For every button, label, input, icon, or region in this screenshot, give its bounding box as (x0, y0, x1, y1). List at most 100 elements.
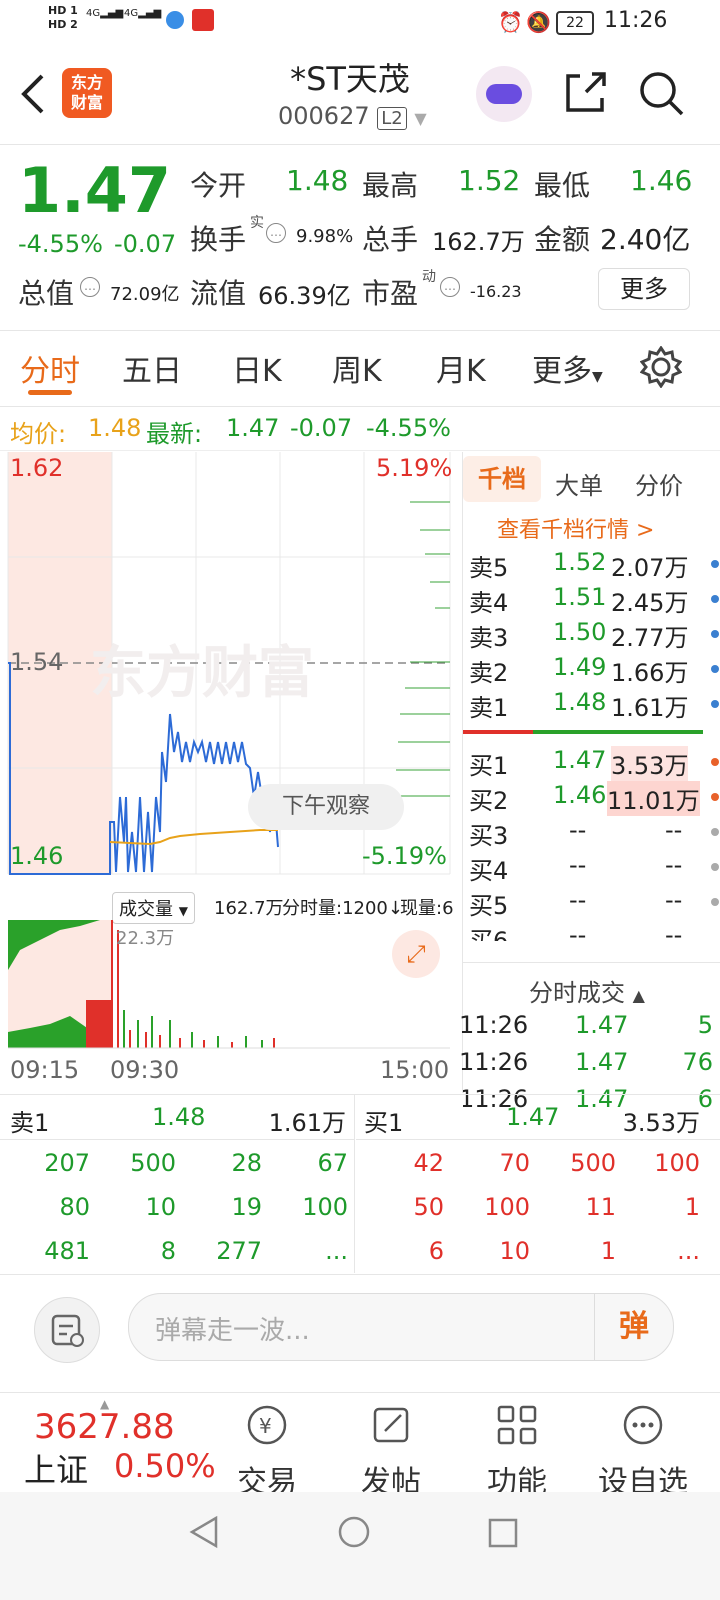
sell-queue-cell: ... (325, 1237, 348, 1265)
market-cap-label: 总值 (18, 277, 75, 310)
signal2-label: 4G (124, 8, 139, 19)
bid-row-1: 买1 1.47 3.53万 (469, 746, 719, 781)
volume-header: 成交量 ▼ 162.7万 分时量:1200↓ 现量:6 (112, 892, 462, 924)
time-and-sales-header[interactable]: 分时成交 ▲ (529, 973, 645, 1008)
tab-five-day[interactable]: 五日 (122, 346, 182, 390)
bid-price: -- (569, 816, 587, 844)
settings-gear-icon[interactable] (640, 346, 682, 388)
change-value: -0.07 (114, 230, 177, 258)
bid-price: -- (569, 886, 587, 914)
intraday-chart[interactable]: 东方财富 1.62 1.54 1.46 5.19% -5.19% 下午观察 (0, 452, 462, 892)
ask-dot (711, 630, 719, 638)
signal-icon-1: 4G▂▄▆ (86, 8, 124, 19)
ask-row-1: 卖1 1.48 1.61万 (469, 688, 719, 722)
nav-post[interactable]: 发帖 (326, 1393, 456, 1501)
ask-price: 1.52 (553, 548, 607, 576)
trade-time: 11:26 (459, 1011, 529, 1039)
robot-assistant-icon[interactable] (476, 66, 532, 122)
system-home-icon[interactable] (334, 1512, 374, 1552)
back-icon[interactable] (18, 72, 48, 116)
auction-buy-bar (86, 1000, 112, 1048)
expand-icon[interactable]: ⤢ (392, 930, 440, 978)
index-ticker[interactable]: ▲ 3627.88 上证 0.50% (20, 1393, 220, 1493)
app-logo: 东方 财富 (62, 68, 112, 118)
battery-level: 22 (566, 15, 584, 31)
trade-price: 1.47 (575, 1048, 629, 1076)
market-cap-info-icon[interactable]: … (80, 276, 100, 297)
nav-trade[interactable]: ¥ 交易 (202, 1393, 332, 1501)
system-recents-icon[interactable] (482, 1512, 522, 1552)
volume-bars (123, 1010, 275, 1048)
afternoon-watch-badge[interactable]: 下午观察 (248, 784, 404, 830)
bid-row-3: 买3 -- -- (469, 816, 719, 850)
volume-value: 162.7万 (432, 228, 525, 256)
volume-total: 162.7万 (214, 898, 284, 919)
sell-queue-cell: 8 (160, 1237, 176, 1265)
nav-functions[interactable]: 功能 (452, 1393, 582, 1501)
sell-queue-header: 卖1 1.48 1.61万 (0, 1095, 354, 1140)
ask-label: 卖2 (469, 659, 509, 687)
pe-value: -16.23 (470, 282, 522, 301)
trade-time: 11:26 (459, 1048, 529, 1076)
nav-add-watchlist[interactable]: 设自选 (578, 1393, 708, 1501)
ask-price: 1.49 (553, 653, 607, 681)
low-label: 最低 (534, 169, 591, 202)
volume-area: 成交量 ▼ 162.7万 分时量:1200↓ 现量:6 22.3万 ⤢ 09:1… (0, 892, 462, 1092)
current-price: 1.47 (18, 154, 171, 227)
tab-daily-k[interactable]: 日K (232, 346, 282, 390)
buy-queue-volume: 3.53万 (622, 1109, 700, 1137)
latest-change-pct: -4.55% (366, 414, 451, 442)
search-icon[interactable] (638, 70, 686, 118)
tab-more-label: 更多 (532, 354, 592, 389)
comment-input[interactable]: 弹幕走一波... 弹 (128, 1293, 674, 1361)
bid-label: 买4 (469, 857, 509, 885)
level-badge: L2 (377, 107, 407, 130)
tab-weekly-k[interactable]: 周K (332, 346, 382, 390)
bottom-nav: ▲ 3627.88 上证 0.50% ¥ 交易 发帖 功能 设自选 (0, 1392, 720, 1500)
stock-code-row[interactable]: 000627 L2 ▼ (278, 102, 427, 130)
more-button[interactable]: 更多 (598, 268, 690, 310)
sell-queue-cell: 28 (231, 1149, 262, 1177)
bid-dot (711, 758, 719, 766)
tab-more[interactable]: 更多▼ (532, 346, 603, 390)
float-cap-value: 66.39亿 (258, 282, 351, 310)
status-bar: HD 1 HD 2 4G▂▄▆ 4G▂▄▆ ⏰ 🔕 22 11:26 (0, 0, 720, 46)
share-icon[interactable] (562, 70, 608, 116)
open-value: 1.48 (286, 164, 349, 197)
ask-dot (711, 560, 719, 568)
latest-label: 最新: (146, 420, 203, 448)
logo-line1: 东方 (70, 73, 103, 92)
queue-divider (354, 1095, 355, 1273)
buy-queue-cell: 100 (654, 1149, 700, 1177)
tab-intraday[interactable]: 分时 (20, 346, 80, 390)
float-cap-label: 流值 (190, 277, 247, 310)
ask-volume: 2.45万 (611, 589, 689, 617)
buy-queue-cell: 500 (570, 1149, 616, 1177)
y-axis-top: 1.62 (10, 454, 64, 482)
volume-chart-svg (8, 920, 450, 1049)
bid-price: 1.46 (553, 781, 607, 809)
system-back-icon[interactable] (184, 1512, 224, 1552)
tab-active-indicator (28, 390, 72, 395)
tab-monthly-k[interactable]: 月K (436, 346, 486, 390)
price-summary-line: 均价: 1.48 最新: 1.47 -0.07 -4.55% (0, 408, 720, 451)
buy-queue-grid: 42 70 500 100 50 100 11 1 6 10 1 ... (356, 1149, 720, 1275)
change-percent: -4.55% (18, 230, 103, 258)
y-axis-bottom: 1.46 (10, 842, 64, 870)
sell-queue-volume: 1.61万 (268, 1109, 346, 1137)
signal-icon-2: 4G▂▄▆ (124, 8, 162, 19)
turnover-info-icon[interactable]: … (266, 222, 286, 243)
stock-header: 东方 财富 *ST天茂 000627 L2 ▼ (0, 46, 720, 145)
comment-input-placeholder: 弹幕走一波... (155, 1316, 310, 1346)
tab-depth[interactable]: 千档 (463, 456, 541, 502)
comment-settings-icon[interactable] (34, 1297, 100, 1363)
view-depth-link[interactable]: 查看千档行情 > (497, 512, 654, 544)
tab-price-distribution[interactable]: 分价 (635, 466, 683, 501)
danmu-toggle-button[interactable]: 弹 (594, 1294, 673, 1360)
low-value: 1.46 (630, 164, 693, 197)
tab-big-orders[interactable]: 大单 (555, 466, 603, 501)
time-and-sales[interactable]: 分时成交 ▲ 11:26 1.47 5 11:26 1.47 76 11:26 … (459, 962, 720, 1113)
order-queue: 卖1 1.48 1.61万 买1 1.47 3.53万 207 500 28 6… (0, 1094, 720, 1275)
pe-info-icon[interactable]: … (440, 276, 460, 297)
index-value: 3627.88 (34, 1407, 175, 1447)
